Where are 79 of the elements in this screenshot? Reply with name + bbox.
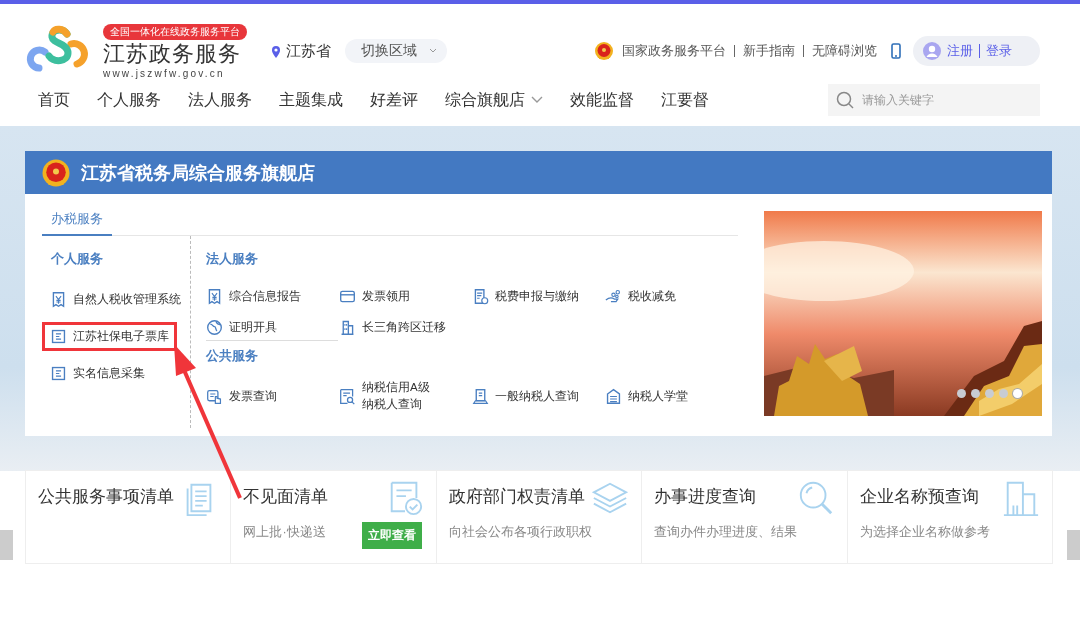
service-link[interactable]: 实名信息采集 bbox=[42, 359, 153, 388]
form-icon bbox=[50, 328, 67, 345]
mobile-phone-icon[interactable] bbox=[891, 43, 901, 59]
nav-item[interactable]: 首页 bbox=[38, 89, 70, 111]
service-link[interactable]: 发票领用 bbox=[339, 285, 410, 308]
quick-link-card[interactable]: 公共服务事项清单 bbox=[25, 470, 232, 564]
nav-item[interactable]: 个人服务 bbox=[97, 89, 161, 111]
panel-title: 江苏省税务局综合服务旗舰店 bbox=[81, 161, 315, 185]
service-link[interactable]: 纳税信用A级 纳税人查询 bbox=[339, 379, 430, 413]
nav-item[interactable]: 好差评 bbox=[370, 89, 418, 111]
nav-item[interactable]: 江要督 bbox=[661, 89, 709, 111]
carousel-dot[interactable] bbox=[985, 389, 994, 398]
card-title: 政府部门权责清单 bbox=[448, 486, 585, 508]
card-title: 公共服务事项清单 bbox=[38, 486, 174, 508]
service-link[interactable]: 江苏社保电子票库 bbox=[42, 322, 177, 351]
receipt-icon bbox=[50, 291, 67, 308]
section-heading: 个人服务 bbox=[51, 250, 104, 268]
card-title: 办事进度查询 bbox=[654, 486, 757, 508]
service-link[interactable]: 税收减免 bbox=[605, 285, 676, 308]
service-tab[interactable]: 办税服务 bbox=[42, 206, 112, 236]
site-name: 江苏政务服务 bbox=[103, 40, 242, 67]
receipt-icon bbox=[206, 288, 223, 305]
nav-item[interactable]: 主题集成 bbox=[279, 89, 343, 111]
nav-item[interactable]: 法人服务 bbox=[188, 89, 252, 111]
service-link[interactable]: 发票查询 bbox=[206, 387, 277, 405]
national-emblem-icon bbox=[594, 41, 614, 61]
carousel-dot[interactable] bbox=[971, 389, 980, 398]
school-icon bbox=[605, 387, 622, 405]
header-link[interactable]: 国家政务服务平台 bbox=[622, 42, 726, 60]
hand-coins-icon bbox=[605, 288, 622, 305]
nav-item[interactable]: 综合旗舰店 bbox=[445, 89, 543, 111]
location-pin-icon bbox=[271, 44, 281, 58]
carousel-dot[interactable] bbox=[1013, 389, 1022, 398]
platform-badge: 全国一体化在线政务服务平台 bbox=[103, 23, 247, 40]
card-subtitle: 向社会公布各项行政职权 bbox=[448, 524, 592, 541]
search-field[interactable]: 请输入关键字 bbox=[862, 84, 1040, 116]
service-link[interactable]: 税费申报与缴纳 bbox=[472, 285, 579, 308]
kiosk-icon bbox=[472, 387, 489, 405]
service-link[interactable]: 一般纳税人查询 bbox=[472, 387, 579, 405]
building-icon bbox=[1002, 479, 1041, 517]
quick-link-card[interactable]: 办事进度查询 查询办件办理进度、结果 bbox=[641, 470, 848, 564]
touch-screen-icon bbox=[206, 387, 223, 405]
card-subtitle: 查询办件办理进度、结果 bbox=[654, 524, 798, 541]
header-link[interactable]: 无障碍浏览 bbox=[812, 42, 877, 60]
service-link[interactable]: 纳税人学堂 bbox=[605, 387, 688, 405]
globe-icon bbox=[206, 319, 223, 336]
caret-icon[interactable] bbox=[531, 96, 543, 104]
service-link[interactable]: 综合信息报告 bbox=[206, 285, 301, 308]
nav-item[interactable]: 效能监督 bbox=[570, 89, 634, 111]
tax-emblem-icon bbox=[41, 157, 71, 188]
section-heading: 公共服务 bbox=[206, 347, 259, 365]
document-search-icon bbox=[339, 387, 356, 405]
quick-link-card[interactable]: 不见面清单 网上批·快递送 立即查看 bbox=[230, 470, 437, 564]
carousel-dot[interactable] bbox=[957, 389, 966, 398]
header-link[interactable]: 新手指南 bbox=[743, 42, 795, 60]
card-icon bbox=[339, 288, 356, 305]
document-coin-icon bbox=[472, 288, 489, 305]
site-url: www.jszwfw.gov.cn bbox=[103, 67, 226, 79]
card-subtitle: 为选择企业名称做参考 bbox=[859, 524, 990, 541]
quick-link-card[interactable]: 政府部门权责清单 向社会公布各项行政职权 bbox=[435, 470, 643, 564]
search-box[interactable]: 请输入关键字 bbox=[828, 84, 1040, 116]
card-title: 企业名称预查询 bbox=[859, 486, 979, 508]
login-link[interactable]: 登录 bbox=[986, 42, 1012, 60]
user-avatar-icon bbox=[923, 42, 941, 60]
building-icon bbox=[339, 319, 356, 336]
service-link[interactable]: 自然人税收管理系统 bbox=[42, 285, 189, 314]
form-icon bbox=[50, 365, 67, 382]
card-subtitle: 网上批·快递送 bbox=[243, 524, 326, 541]
switch-region-button[interactable]: 切换区域 bbox=[345, 39, 447, 63]
quick-link-card[interactable]: 企业名称预查询 为选择企业名称做参考 bbox=[846, 470, 1054, 564]
carousel-dot[interactable] bbox=[999, 389, 1008, 398]
service-link[interactable]: 证明开具 bbox=[206, 316, 277, 339]
register-link[interactable]: 注册 bbox=[947, 42, 973, 60]
card-title: 不见面清单 bbox=[243, 486, 329, 508]
caret-icon bbox=[429, 48, 437, 54]
current-location: 江苏省 bbox=[286, 41, 331, 61]
search-icon bbox=[836, 91, 854, 109]
service-link[interactable]: 长三角跨区迁移 bbox=[339, 316, 446, 339]
section-heading: 法人服务 bbox=[206, 250, 259, 268]
